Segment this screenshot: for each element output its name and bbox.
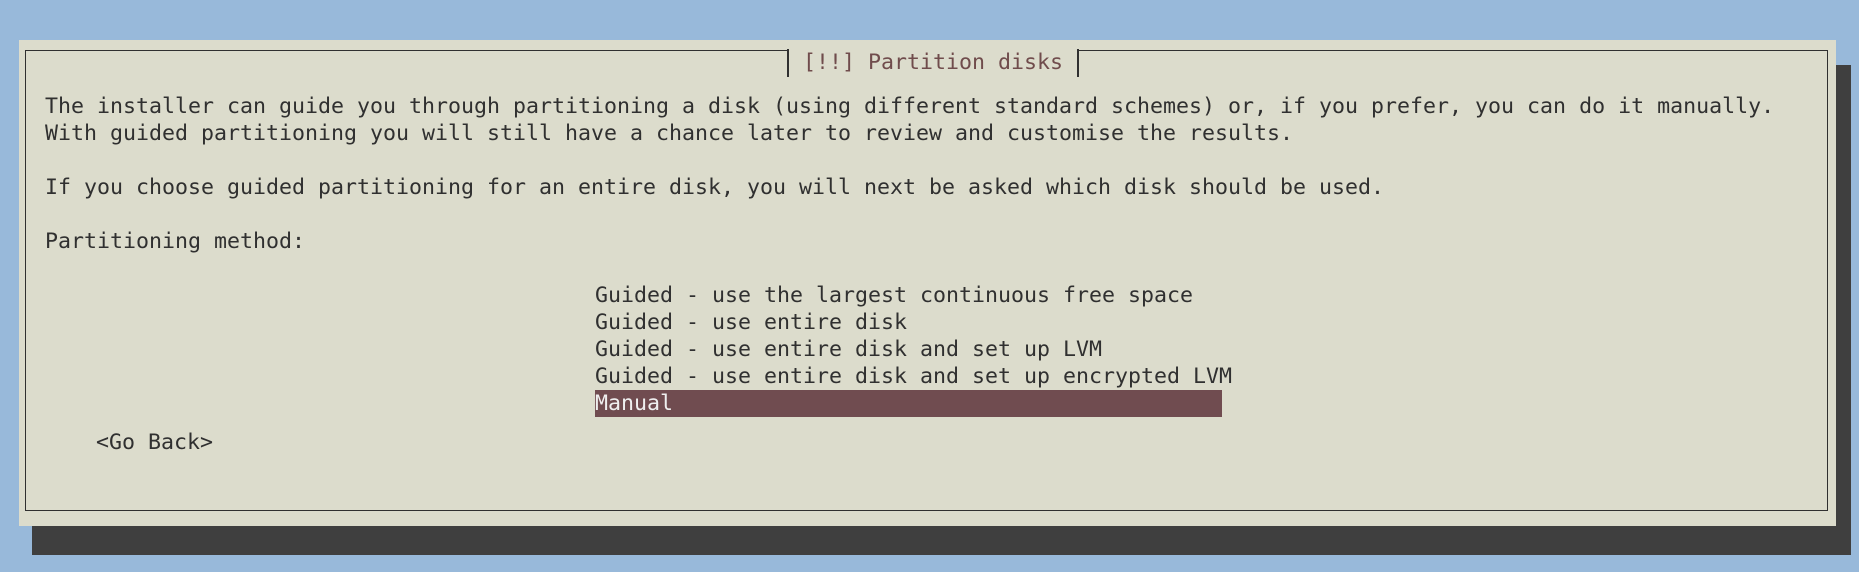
partitioning-method-label: Partitioning method: [45, 229, 306, 254]
option-guided-largest-free-space[interactable]: Guided - use the largest continuous free… [595, 282, 1222, 309]
guided-disk-note: If you choose guided partitioning for an… [45, 175, 1385, 200]
description-line-1: The installer can guide you through part… [45, 94, 1775, 119]
option-guided-entire-disk-encrypted-lvm[interactable]: Guided - use entire disk and set up encr… [595, 363, 1232, 390]
option-guided-entire-disk-lvm[interactable]: Guided - use entire disk and set up LVM [595, 336, 1222, 363]
dialog-title: [!!] Partition disks [787, 49, 1080, 77]
option-manual[interactable]: Manual [595, 390, 1222, 417]
option-guided-entire-disk[interactable]: Guided - use entire disk [595, 309, 1222, 336]
partitioning-method-list: Guided - use the largest continuous free… [595, 282, 1232, 417]
go-back-button[interactable]: <Go Back> [96, 430, 213, 456]
description-line-2: With guided partitioning you will still … [45, 121, 1294, 146]
partition-dialog: [!!] Partition disks The installer can g… [19, 40, 1836, 526]
